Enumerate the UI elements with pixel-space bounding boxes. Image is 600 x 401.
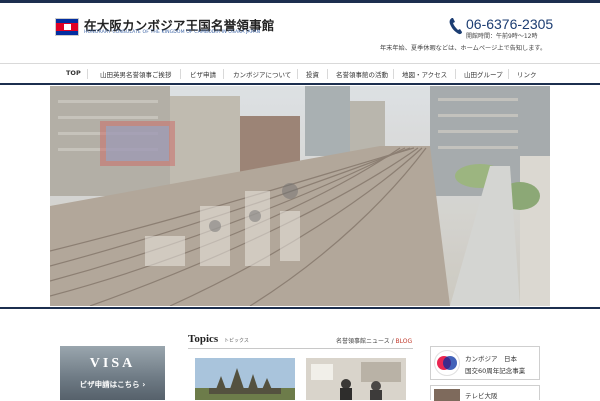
nav-item-about-cambodia[interactable]: カンボジアについて (233, 69, 291, 79)
topics-heading: Topics (188, 333, 219, 345)
nav-divider (393, 69, 394, 79)
phone-number[interactable]: 06-6376-2305 (466, 16, 553, 32)
tv-osaka-thumbnail (434, 389, 460, 401)
nav-item-map-access[interactable]: 地図・アクセス (402, 69, 447, 79)
nav-item-top[interactable]: TOP (66, 69, 81, 77)
hero-city-railway-photo (50, 86, 550, 306)
nav-divider (508, 69, 509, 79)
nav-divider (455, 69, 456, 79)
nav-divider (180, 69, 181, 79)
visa-banner[interactable]: VISA ビザ申請はこちら › (60, 346, 165, 400)
visa-banner-title: VISA (89, 356, 136, 371)
meeting-photo-image (306, 358, 406, 400)
nav-item-visa[interactable]: ビザ申請 (190, 69, 216, 79)
angkor-wat-image (195, 358, 295, 400)
site-subtitle: HONORARY CONSULATE OF THE KINGDOM OF CAM… (84, 30, 261, 35)
anniversary-60th-logo-icon (434, 350, 460, 376)
visa-apply-link[interactable]: ビザ申請はこちら › (60, 379, 165, 390)
anniversary-banner-line1: カンボジア 日本 (465, 355, 517, 363)
holiday-notice: 年末年始、夏季休暇などは、ホームページ上で告知します。 (380, 45, 547, 52)
tv-osaka-banner[interactable]: テレビ大阪 (430, 385, 540, 401)
nav-divider (297, 69, 298, 79)
topics-divider (188, 348, 413, 349)
visa-banner-background (60, 346, 165, 400)
nav-item-greeting[interactable]: 山田英男名誉領事ご挨拶 (100, 69, 172, 79)
main-nav: TOP 山田英男名誉領事ご挨拶 ビザ申請 カンボジアについて 投資 名誉領事館の… (0, 63, 600, 85)
news-link[interactable]: 名誉領事館ニュース (336, 338, 390, 345)
topics-links: 名誉領事館ニュース / BLOG (336, 336, 412, 345)
nav-item-links[interactable]: リンク (517, 69, 537, 79)
site-header: 在大阪カンボジア王国名誉領事館 HONORARY CONSULATE OF TH… (0, 3, 600, 63)
anniversary-banner[interactable]: カンボジア 日本 国交60周年記念事業 (430, 346, 540, 380)
topics-subheading: トピックス (224, 338, 249, 344)
hero-image (50, 86, 550, 306)
nav-item-yamada-group[interactable]: 山田グループ (464, 69, 503, 79)
blog-link[interactable]: BLOG (396, 338, 413, 345)
nav-divider (327, 69, 328, 79)
nav-divider (223, 69, 224, 79)
nav-item-activities[interactable]: 名誉領事館の活動 (336, 69, 388, 79)
phone-icon (449, 18, 462, 35)
topic-thumbnail-angkor[interactable] (195, 358, 295, 400)
cambodia-flag-icon (55, 18, 79, 36)
topic-thumbnail-meeting[interactable] (306, 358, 406, 400)
opening-hours: 開館時間：午前9時～12時 (466, 33, 538, 40)
anniversary-banner-line2: 国交60周年記念事業 (465, 367, 526, 375)
nav-item-investment[interactable]: 投資 (306, 69, 319, 79)
hero-divider (0, 307, 600, 309)
tv-osaka-banner-text: テレビ大阪 (465, 392, 498, 400)
nav-divider (87, 69, 88, 79)
